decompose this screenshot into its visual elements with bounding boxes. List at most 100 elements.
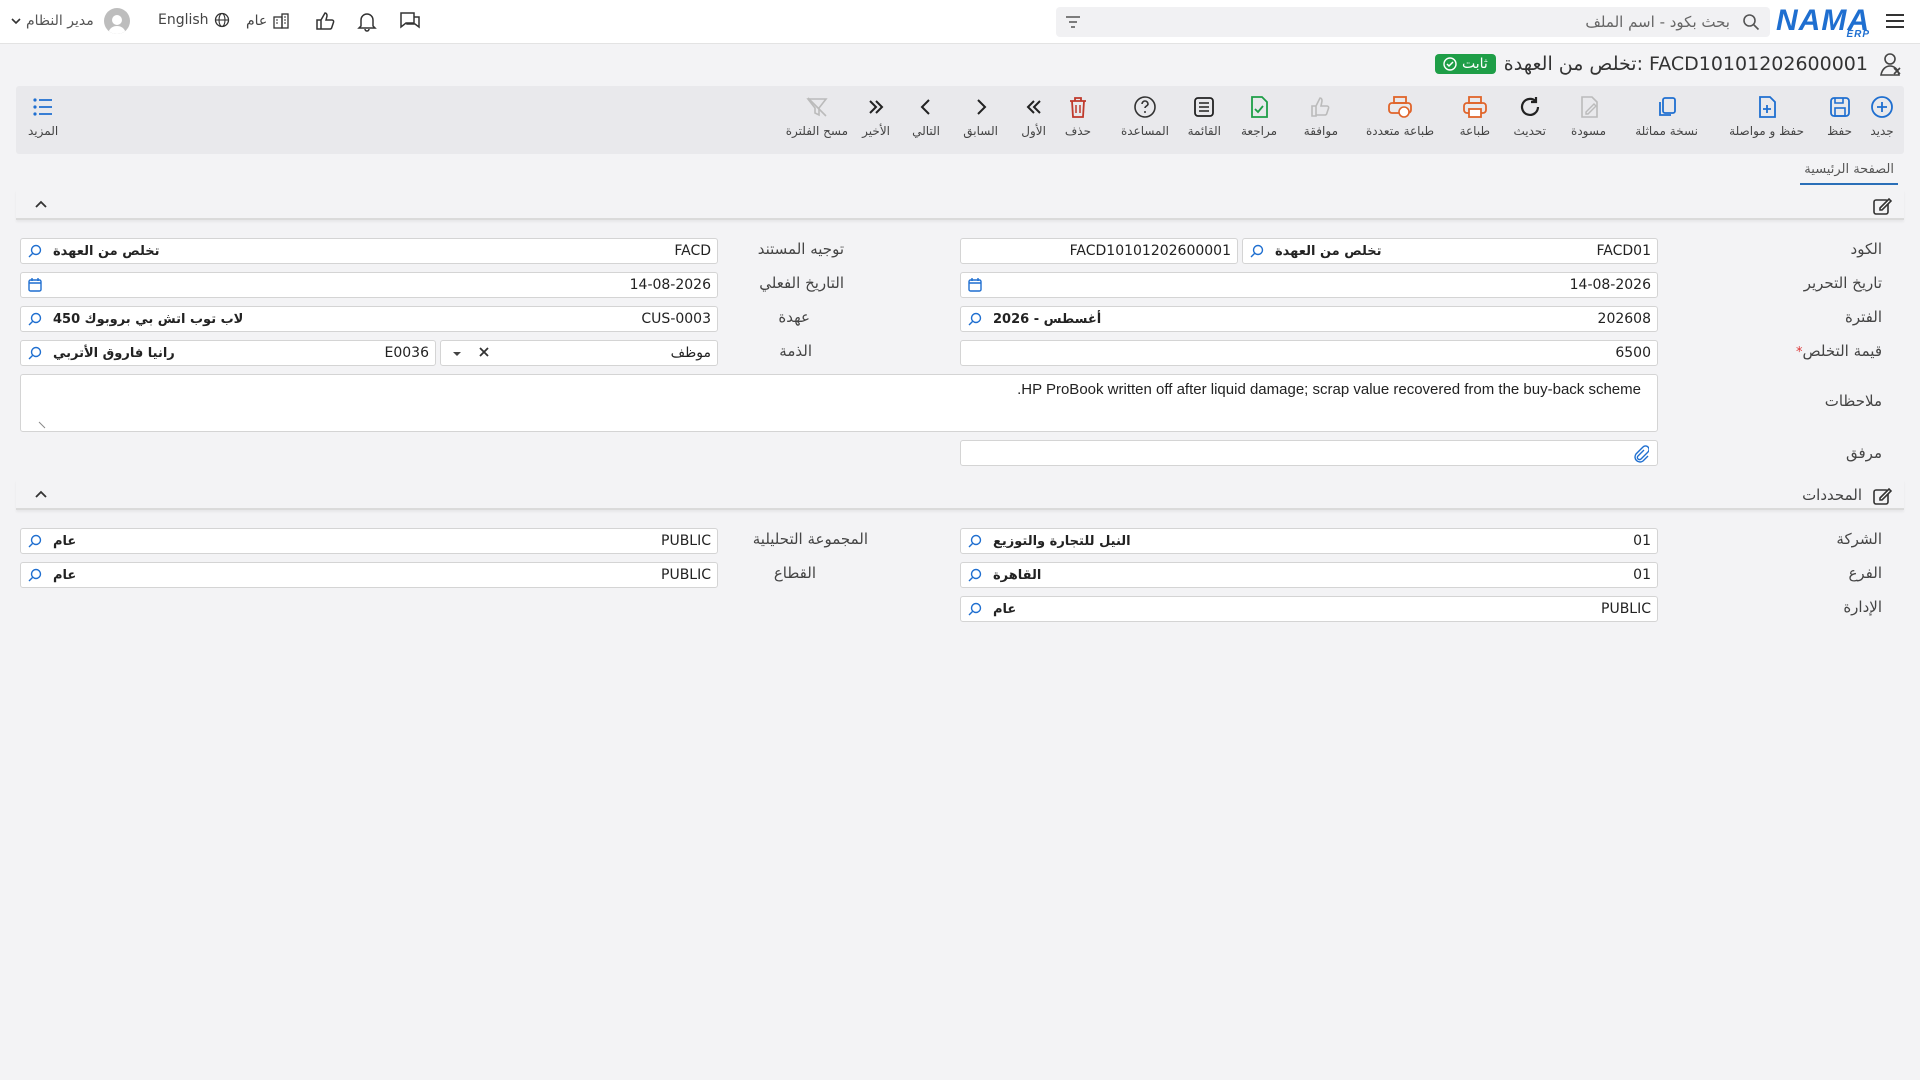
filter-off-icon — [805, 94, 829, 120]
language-switch[interactable]: English — [158, 12, 230, 28]
attachment-field[interactable] — [960, 440, 1658, 466]
list-button[interactable]: القائمة — [1188, 94, 1221, 138]
save-continue-button[interactable]: حفظ و مواصلة — [1729, 94, 1804, 138]
refresh-icon — [1518, 94, 1542, 120]
user-name: مدير النظام — [26, 13, 94, 29]
lookup-icon[interactable] — [27, 345, 43, 365]
lookup-icon[interactable] — [27, 243, 43, 263]
bell-icon[interactable] — [356, 10, 378, 32]
branch-field[interactable]: 01 القاهرة — [960, 562, 1658, 588]
like-icon[interactable] — [314, 10, 336, 32]
liability-type-select[interactable]: موظف — [440, 340, 718, 366]
code-label: الكود — [1850, 240, 1882, 258]
save-button[interactable]: حفظ — [1827, 94, 1852, 138]
lookup-icon[interactable] — [967, 567, 983, 587]
date-label: تاريخ التحرير — [1803, 274, 1882, 292]
actual-date-label: التاريخ الفعلي — [759, 274, 844, 292]
branch-label: الفرع — [1848, 564, 1882, 582]
last-button[interactable]: الأخير — [862, 94, 890, 138]
collapse-icon[interactable] — [34, 488, 48, 506]
duplicate-button[interactable]: نسخة مماثلة — [1635, 94, 1698, 138]
notes-textarea[interactable]: HP ProBook written off after liquid dama… — [20, 374, 1658, 432]
list-icon — [1192, 94, 1216, 120]
review-button[interactable]: مراجعة — [1241, 94, 1277, 138]
file-plus-icon — [1755, 94, 1779, 120]
double-chevron-right-icon — [865, 94, 887, 120]
new-button[interactable]: جديد — [1870, 94, 1894, 138]
disposal-value-field[interactable]: 6500 — [960, 340, 1658, 366]
code-field[interactable]: FACD01 تخلص من العهدة — [1242, 238, 1658, 264]
lookup-icon[interactable] — [967, 311, 983, 331]
first-button[interactable]: الأول — [1021, 94, 1046, 138]
direction-field[interactable]: FACD تخلص من العهدة — [20, 238, 718, 264]
multi-print-button[interactable]: طباعة متعددة — [1366, 94, 1434, 138]
chat-icon[interactable] — [398, 10, 422, 32]
direction-label: توجيه المستند — [757, 240, 844, 258]
analytic-group-field[interactable]: PUBLIC عام — [20, 528, 718, 554]
language-label: English — [158, 12, 209, 28]
dimensions-title: المحددات — [1802, 486, 1862, 504]
resize-handle-icon[interactable] — [37, 419, 47, 429]
filter-icon[interactable] — [1064, 13, 1082, 35]
actual-date-field[interactable]: 14-08-2026 — [20, 272, 718, 298]
lookup-icon[interactable] — [27, 533, 43, 553]
copy-icon — [1655, 94, 1679, 120]
edit-icon[interactable] — [1872, 196, 1893, 220]
next-button[interactable]: التالي — [912, 94, 940, 138]
lookup-icon[interactable] — [27, 311, 43, 331]
trash-icon — [1067, 94, 1089, 120]
search-input[interactable]: بحث بكود - اسم الملف — [1056, 7, 1770, 37]
public-switch[interactable]: عام — [246, 12, 290, 30]
status-badge: ثابت — [1434, 54, 1496, 74]
lookup-icon[interactable] — [1249, 243, 1265, 263]
period-field[interactable]: 202608 2026 - أغسطس — [960, 306, 1658, 332]
lookup-icon[interactable] — [27, 567, 43, 587]
user-menu[interactable]: مدير النظام — [10, 8, 130, 34]
refresh-button[interactable]: تحديث — [1513, 94, 1546, 138]
help-icon — [1133, 94, 1157, 120]
public-label: عام — [246, 13, 268, 29]
date-field[interactable]: 14-08-2026 — [960, 272, 1658, 298]
print-button[interactable]: طباعة — [1460, 94, 1490, 138]
main-section-header — [16, 190, 1904, 220]
company-field[interactable]: 01 النيل للتجارة والتوزيع — [960, 528, 1658, 554]
action-toolbar: جديد حفظ حفظ و مواصلة نسخة مماثلة مسودة … — [16, 86, 1904, 154]
edit-icon[interactable] — [1872, 486, 1893, 510]
department-label: الإدارة — [1843, 598, 1882, 616]
draft-icon — [1577, 94, 1601, 120]
company-label: الشركة — [1836, 530, 1882, 548]
app-logo[interactable]: NAMA ERP — [1776, 4, 1870, 40]
department-field[interactable]: PUBLIC عام — [960, 596, 1658, 622]
lookup-icon[interactable] — [967, 601, 983, 621]
clear-filter-button[interactable]: مسح الفلترة — [786, 94, 848, 138]
search-placeholder: بحث بكود - اسم الملف — [1585, 13, 1730, 31]
more-button[interactable]: المزيد — [28, 94, 58, 138]
delete-button[interactable]: حذف — [1065, 94, 1091, 138]
chevron-down-icon — [11, 18, 21, 25]
avatar — [103, 8, 130, 34]
clear-icon[interactable] — [477, 345, 491, 363]
calendar-icon[interactable] — [967, 277, 983, 297]
dropdown-arrow-icon[interactable] — [451, 346, 463, 364]
sector-field[interactable]: PUBLIC عام — [20, 562, 718, 588]
disposal-value-label: *قيمة التخلص — [1796, 342, 1882, 360]
menu-icon[interactable] — [1884, 10, 1906, 32]
sector-label: القطاع — [773, 564, 816, 582]
paperclip-icon[interactable] — [1633, 445, 1650, 467]
custody-label: عهدة — [778, 308, 810, 326]
double-chevron-left-icon — [1023, 94, 1045, 120]
save-icon — [1828, 94, 1852, 120]
approve-button[interactable]: موافقة — [1304, 94, 1338, 138]
dimensions-section-header: المحددات — [16, 480, 1904, 510]
draft-button[interactable]: مسودة — [1571, 94, 1606, 138]
liability-field[interactable]: E0036 رانيا فاروق الأتربي — [20, 340, 436, 366]
file-check-icon — [1247, 94, 1271, 120]
tab-main[interactable]: الصفحة الرئيسية — [1800, 160, 1898, 185]
lookup-icon[interactable] — [967, 533, 983, 553]
prev-button[interactable]: السابق — [963, 94, 998, 138]
custody-field[interactable]: CUS-0003 لاب توب اتش بي بروبوك 450 — [20, 306, 718, 332]
help-button[interactable]: المساعدة — [1121, 94, 1169, 138]
calendar-icon[interactable] — [27, 277, 43, 297]
dimensions-section: المحددات الشركة الفرع الإدارة 01 النيل ل… — [16, 480, 1904, 632]
collapse-icon[interactable] — [34, 198, 48, 216]
